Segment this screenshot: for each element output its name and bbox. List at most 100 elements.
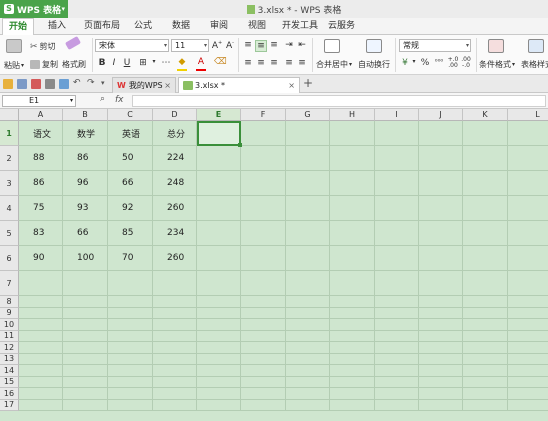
cell-f12[interactable] <box>241 342 286 354</box>
cell-d6[interactable]: 260 <box>153 246 197 271</box>
row-header-12[interactable]: 12 <box>0 342 19 354</box>
cell-c8[interactable] <box>108 296 153 308</box>
cell-b7[interactable] <box>63 271 108 296</box>
row-header-7[interactable]: 7 <box>0 271 19 296</box>
cell-h14[interactable] <box>330 365 375 377</box>
cell-j13[interactable] <box>419 353 463 365</box>
cell-i11[interactable] <box>375 330 419 342</box>
cell-f17[interactable] <box>241 399 286 411</box>
cell-f8[interactable] <box>241 296 286 308</box>
print-icon[interactable] <box>45 79 55 89</box>
tab-home[interactable]: 开始 <box>2 18 35 36</box>
fill-handle[interactable] <box>238 143 242 147</box>
cell-l6[interactable] <box>508 246 548 271</box>
cell-i13[interactable] <box>375 353 419 365</box>
cell-i14[interactable] <box>375 365 419 377</box>
cell-l8[interactable] <box>508 296 548 308</box>
cell-g3[interactable] <box>286 171 330 196</box>
cell-d9[interactable] <box>153 307 197 319</box>
cell-e9[interactable] <box>197 307 241 319</box>
cell-e6[interactable] <box>197 246 241 271</box>
cell-j16[interactable] <box>419 388 463 400</box>
cell-l4[interactable] <box>508 196 548 221</box>
cell-c1[interactable]: 英语 <box>108 121 153 146</box>
bold-button[interactable]: B <box>96 58 108 68</box>
undo-icon[interactable]: ↶ <box>73 78 83 88</box>
cell-i7[interactable] <box>375 271 419 296</box>
cell-l2[interactable] <box>508 146 548 171</box>
tab-formulas[interactable]: 公式 <box>128 18 158 35</box>
cell-h2[interactable] <box>330 146 375 171</box>
chevron-down-icon[interactable]: ▾ <box>148 58 160 65</box>
row-header-8[interactable]: 8 <box>0 296 19 308</box>
cell-h12[interactable] <box>330 342 375 354</box>
save-icon[interactable] <box>17 79 27 89</box>
column-header-e[interactable]: E <box>197 109 241 121</box>
cell-c12[interactable] <box>108 342 153 354</box>
border-more-icon[interactable]: ⋯ <box>160 58 172 68</box>
column-header-l[interactable]: L <box>508 109 548 121</box>
cell-a3[interactable]: 86 <box>19 171 63 196</box>
cell-h17[interactable] <box>330 399 375 411</box>
cell-g1[interactable] <box>286 121 330 146</box>
cell-l15[interactable] <box>508 376 548 388</box>
cell-f11[interactable] <box>241 330 286 342</box>
cell-k9[interactable] <box>463 307 508 319</box>
cell-h5[interactable] <box>330 221 375 246</box>
cut-button[interactable]: ✂ 剪切 <box>30 41 56 52</box>
column-header-h[interactable]: H <box>330 109 375 121</box>
cell-j12[interactable] <box>419 342 463 354</box>
cell-e13[interactable] <box>197 353 241 365</box>
cell-g13[interactable] <box>286 353 330 365</box>
thousands-icon[interactable]: ⁰⁰⁰ <box>433 58 445 66</box>
column-header-j[interactable]: J <box>419 109 463 121</box>
cell-a2[interactable]: 88 <box>19 146 63 171</box>
cell-e4[interactable] <box>197 196 241 221</box>
cell-i5[interactable] <box>375 221 419 246</box>
cell-l11[interactable] <box>508 330 548 342</box>
merge-cells-icon[interactable] <box>324 39 340 53</box>
justify-icon[interactable]: ≡ <box>283 58 295 68</box>
distribute-icon[interactable]: ≡ <box>296 58 308 68</box>
cell-c5[interactable]: 85 <box>108 221 153 246</box>
cell-g8[interactable] <box>286 296 330 308</box>
row-header-16[interactable]: 16 <box>0 388 19 400</box>
column-header-b[interactable]: B <box>63 109 108 121</box>
cell-l16[interactable] <box>508 388 548 400</box>
cell-a15[interactable] <box>19 376 63 388</box>
cell-g12[interactable] <box>286 342 330 354</box>
cell-b8[interactable] <box>63 296 108 308</box>
cell-a16[interactable] <box>19 388 63 400</box>
cell-c6[interactable]: 70 <box>108 246 153 271</box>
cell-k8[interactable] <box>463 296 508 308</box>
font-size-select[interactable]: 11 ▾ <box>171 39 209 52</box>
cell-b9[interactable] <box>63 307 108 319</box>
fill-color-icon[interactable]: ◆ <box>176 57 188 67</box>
formula-input[interactable] <box>132 95 546 107</box>
doc-tab-mywps[interactable]: W 我的WPS × <box>112 77 176 93</box>
cell-j1[interactable] <box>419 121 463 146</box>
cell-e11[interactable] <box>197 330 241 342</box>
italic-button[interactable]: I <box>108 58 120 68</box>
tab-insert[interactable]: 插入 <box>42 18 72 35</box>
cell-i10[interactable] <box>375 319 419 331</box>
cell-d14[interactable] <box>153 365 197 377</box>
row-header-9[interactable]: 9 <box>0 307 19 319</box>
row-header-2[interactable]: 2 <box>0 146 19 171</box>
row-header-1[interactable]: 1 <box>0 121 19 146</box>
cell-h13[interactable] <box>330 353 375 365</box>
tab-page-layout[interactable]: 页面布局 <box>78 18 126 35</box>
align-top-icon[interactable]: ≡ <box>242 40 254 50</box>
cell-f16[interactable] <box>241 388 286 400</box>
cell-f13[interactable] <box>241 353 286 365</box>
cell-c3[interactable]: 66 <box>108 171 153 196</box>
cell-e14[interactable] <box>197 365 241 377</box>
align-middle-icon[interactable]: ≡ <box>255 40 267 52</box>
cell-g9[interactable] <box>286 307 330 319</box>
cell-d12[interactable] <box>153 342 197 354</box>
conditional-format-icon[interactable] <box>488 39 504 53</box>
paste-icon[interactable] <box>6 39 22 53</box>
cell-h1[interactable] <box>330 121 375 146</box>
cell-j14[interactable] <box>419 365 463 377</box>
cell-i6[interactable] <box>375 246 419 271</box>
